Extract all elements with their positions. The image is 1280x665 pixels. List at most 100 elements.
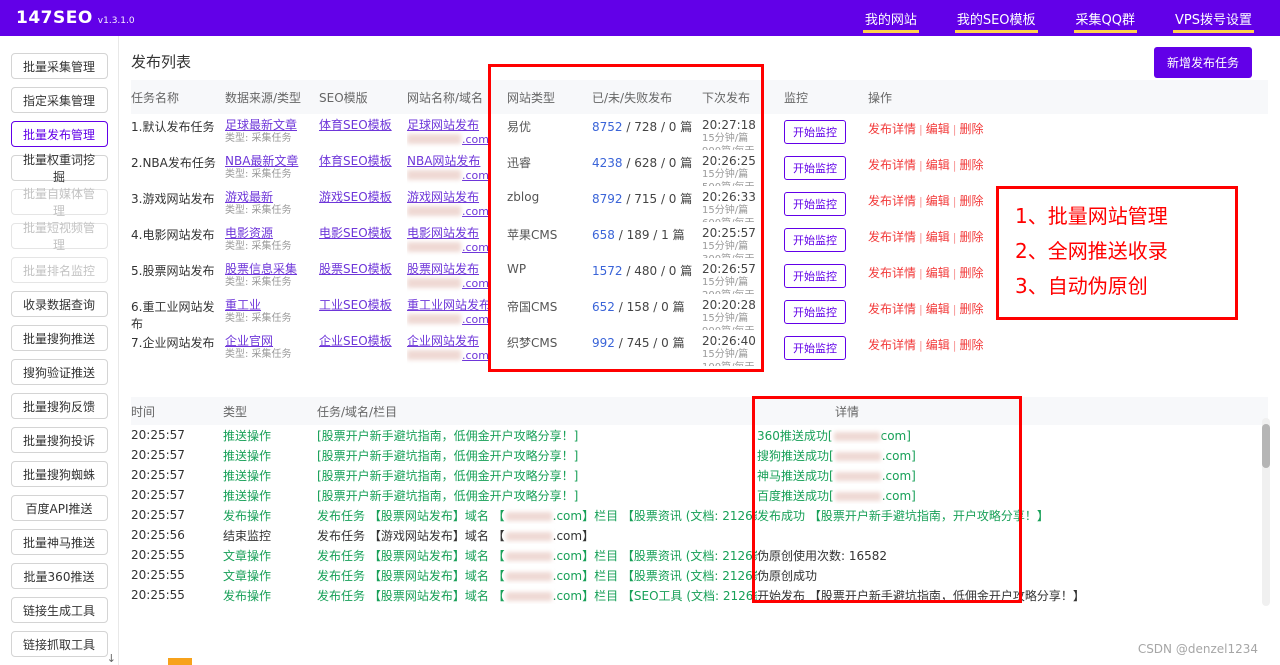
data-source-link[interactable]: 游戏最新 xyxy=(225,190,315,204)
sidebar-item[interactable]: 链接抓取工具 xyxy=(10,631,108,657)
edit-link[interactable]: 编辑 xyxy=(926,194,950,208)
annotation-line: 3、自动伪原创 xyxy=(1015,274,1148,298)
start-monitor-button[interactable]: 开始监控 xyxy=(784,156,846,180)
top-nav-item[interactable]: 我的网站 xyxy=(862,0,919,36)
sidebar-item[interactable]: 批量发布管理 xyxy=(10,121,108,147)
data-source-link[interactable]: 重工业 xyxy=(225,298,315,312)
delete-link[interactable]: 删除 xyxy=(959,158,983,172)
sidebar-item[interactable]: 链接生成工具 xyxy=(10,597,108,623)
log-scrollbar[interactable] xyxy=(1262,418,1270,606)
publish-detail-link[interactable]: 发布详情 xyxy=(868,302,916,316)
sidebar-item[interactable]: 批量排名监控 xyxy=(10,257,108,283)
publish-detail-link[interactable]: 发布详情 xyxy=(868,122,916,136)
sidebar-item[interactable]: 批量短视频管理 xyxy=(10,221,108,252)
seo-template-link[interactable]: 游戏SEO模板 xyxy=(319,190,403,204)
data-source-link[interactable]: 股票信息采集 xyxy=(225,262,315,276)
publish-rate: 15分钟/篇 xyxy=(702,169,749,180)
seo-template-link[interactable]: 电影SEO模板 xyxy=(319,226,403,240)
log-detail: 伪原创使用次数: 16582 xyxy=(757,547,1268,564)
log-time: 20:25:57 xyxy=(131,508,185,522)
log-detail: 神马推送成功[.com] xyxy=(757,467,1268,484)
add-publish-task-button[interactable]: 新增发布任务 xyxy=(1153,47,1252,78)
start-monitor-button[interactable]: 开始监控 xyxy=(784,120,846,144)
edit-link[interactable]: 编辑 xyxy=(926,338,950,352)
sidebar-item[interactable]: 指定采集管理 xyxy=(10,87,108,113)
site-name-link[interactable]: 足球网站发布 xyxy=(407,118,503,132)
edit-link[interactable]: 编辑 xyxy=(926,266,950,280)
log-row: 20:25:56 结束监控 发布任务 【游戏网站发布】域名 【 .com】 xyxy=(131,525,1268,545)
data-source-link[interactable]: 电影资源 xyxy=(225,226,315,240)
site-cell: 足球网站发布 .com xyxy=(407,114,507,150)
log-task: [股票开户新手避坑指南，低佣金开户攻略分享！] xyxy=(317,447,757,464)
seo-template-link[interactable]: 股票SEO模板 xyxy=(319,262,403,276)
data-source-cell: 电影资源 类型: 采集任务 xyxy=(225,222,319,258)
data-source-link[interactable]: 企业官网 xyxy=(225,334,315,348)
sidebar-item[interactable]: 批量自媒体管理 xyxy=(10,187,108,218)
site-name-link[interactable]: 电影网站发布 xyxy=(407,226,503,240)
sidebar-item[interactable]: 搜狗验证推送 xyxy=(10,359,108,385)
sidebar-item[interactable]: 批量神马推送 xyxy=(10,529,108,555)
sidebar-item[interactable]: 批量搜狗投诉 xyxy=(10,427,108,453)
sidebar-item[interactable]: 百度API推送 xyxy=(10,495,108,521)
sidebar-item[interactable]: 收录数据查询 xyxy=(10,291,108,317)
sidebar-item[interactable]: 批量搜狗推送 xyxy=(10,325,108,351)
column-header-monitor: 监控 xyxy=(784,90,809,105)
publish-detail-link[interactable]: 发布详情 xyxy=(868,230,916,244)
next-publish-cell: 20:20:28 15分钟/篇 900篇/每天 xyxy=(702,294,784,330)
site-name-link[interactable]: 股票网站发布 xyxy=(407,262,503,276)
seo-template-link[interactable]: 体育SEO模板 xyxy=(319,154,403,168)
top-nav-item[interactable]: 我的SEO模板 xyxy=(954,0,1038,36)
data-source-link[interactable]: 足球最新文章 xyxy=(225,118,315,132)
delete-link[interactable]: 删除 xyxy=(959,122,983,136)
top-nav-item[interactable]: 采集QQ群 xyxy=(1073,0,1138,36)
delete-link[interactable]: 删除 xyxy=(959,230,983,244)
log-task-text: [股票开户新手避坑指南，低佣金开户攻略分享！] xyxy=(317,468,579,483)
edit-link[interactable]: 编辑 xyxy=(926,158,950,172)
action-separator: | xyxy=(952,267,957,280)
log-scrollbar-thumb[interactable] xyxy=(1262,424,1270,468)
site-name-link[interactable]: 游戏网站发布 xyxy=(407,190,503,204)
delete-link[interactable]: 删除 xyxy=(959,194,983,208)
monitor-cell: 开始监控 xyxy=(784,186,868,222)
seo-template-link[interactable]: 工业SEO模板 xyxy=(319,298,403,312)
sidebar-item[interactable]: 批量360推送 xyxy=(10,563,108,589)
data-source-link[interactable]: NBA最新文章 xyxy=(225,154,315,168)
publish-detail-link[interactable]: 发布详情 xyxy=(868,338,916,352)
publish-detail-link[interactable]: 发布详情 xyxy=(868,194,916,208)
domain-suffix: .com xyxy=(462,277,489,290)
start-monitor-button[interactable]: 开始监控 xyxy=(784,300,846,324)
start-monitor-button[interactable]: 开始监控 xyxy=(784,336,846,360)
publish-detail-link[interactable]: 发布详情 xyxy=(868,266,916,280)
seo-template-link[interactable]: 体育SEO模板 xyxy=(319,118,403,132)
sidebar-item[interactable]: 批量采集管理 xyxy=(10,53,108,79)
edit-link[interactable]: 编辑 xyxy=(926,302,950,316)
action-separator: | xyxy=(952,339,957,352)
start-monitor-button[interactable]: 开始监控 xyxy=(784,228,846,252)
domain-suffix: .com xyxy=(462,349,489,362)
sidebar-item[interactable]: 批量搜狗反馈 xyxy=(10,393,108,419)
actions-cell: 发布详情 | 编辑 | 删除 xyxy=(868,222,999,258)
task-name: 6.重工业网站发布 xyxy=(131,300,215,330)
delete-link[interactable]: 删除 xyxy=(959,338,983,352)
edit-link[interactable]: 编辑 xyxy=(926,230,950,244)
action-separator: | xyxy=(952,303,957,316)
seo-template-link[interactable]: 企业SEO模板 xyxy=(319,334,403,348)
sidebar-item[interactable]: 批量权重词挖掘 xyxy=(10,153,108,184)
next-publish-cell: 20:26:25 15分钟/篇 500篇/每天 xyxy=(702,150,784,186)
publish-detail-link[interactable]: 发布详情 xyxy=(868,158,916,172)
seo-template-cell: 工业SEO模板 xyxy=(319,294,407,330)
sidebar-scroll-down-icon[interactable]: ↓ xyxy=(107,652,116,665)
delete-link[interactable]: 删除 xyxy=(959,302,983,316)
top-nav-item[interactable]: VPS拨号设置 xyxy=(1173,0,1254,36)
site-domain: .com xyxy=(407,276,503,291)
log-detail: 搜狗推送成功[.com] xyxy=(757,447,1268,464)
start-monitor-button[interactable]: 开始监控 xyxy=(784,192,846,216)
delete-link[interactable]: 删除 xyxy=(959,266,983,280)
sidebar-item[interactable]: 批量搜狗蜘蛛 xyxy=(10,461,108,487)
edit-link[interactable]: 编辑 xyxy=(926,122,950,136)
site-name-link[interactable]: NBA网站发布 xyxy=(407,154,503,168)
site-name-link[interactable]: 重工业网站发布 xyxy=(407,298,503,312)
site-name-link[interactable]: 企业网站发布 xyxy=(407,334,503,348)
task-name: 5.股票网站发布 xyxy=(131,264,215,278)
start-monitor-button[interactable]: 开始监控 xyxy=(784,264,846,288)
